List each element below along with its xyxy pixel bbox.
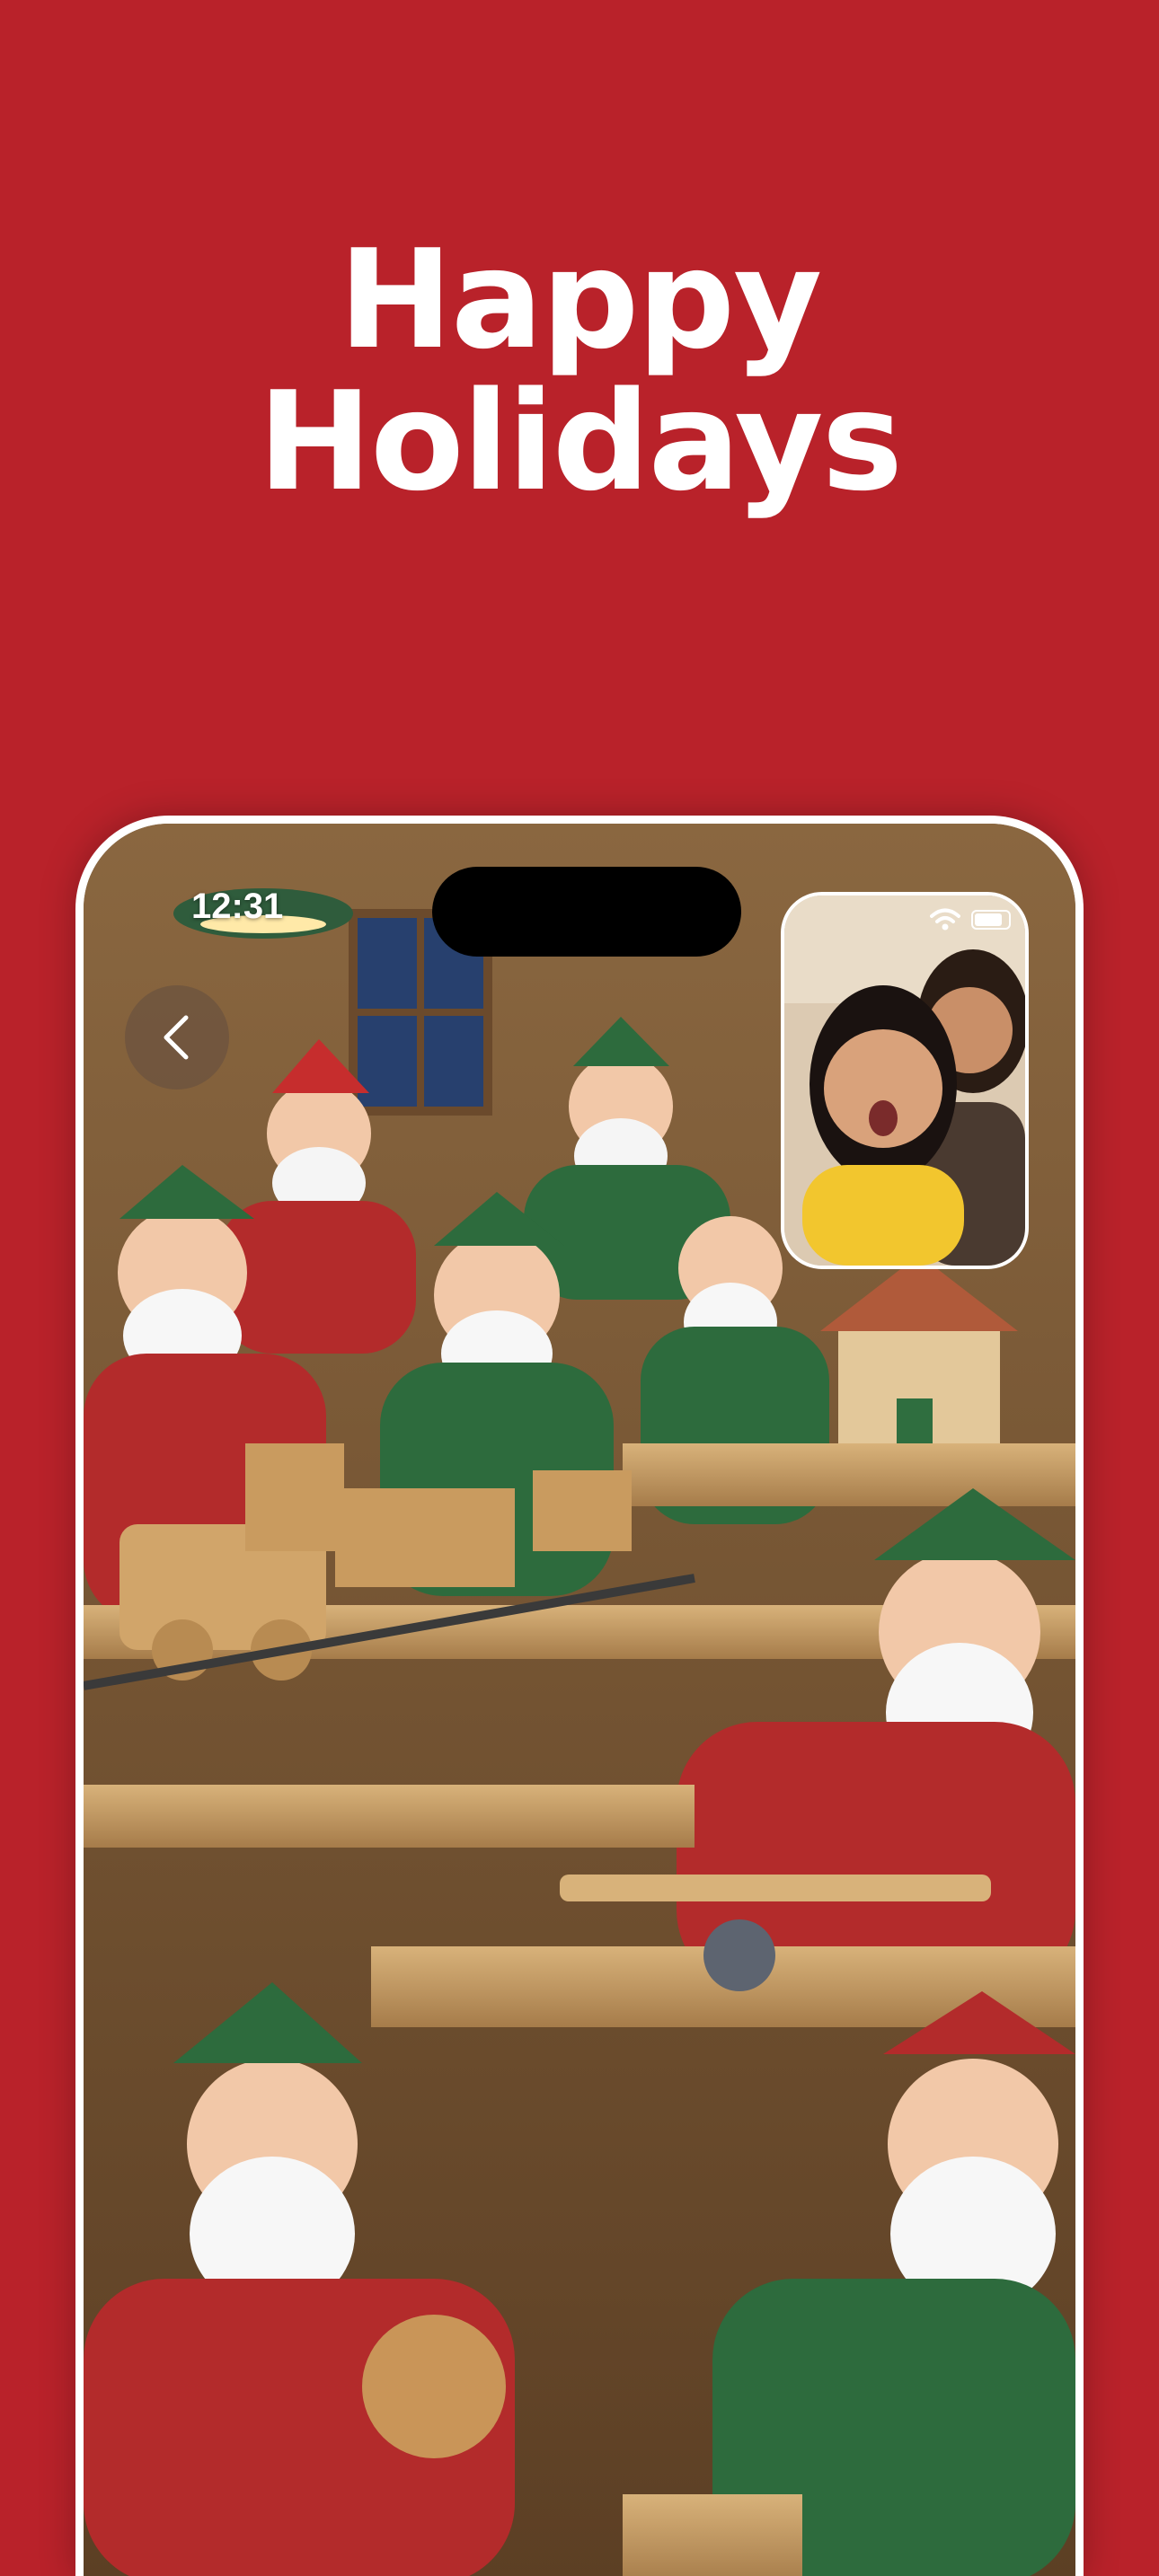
phone-mockup: 12:31 bbox=[75, 816, 1084, 2576]
chevron-left-icon bbox=[164, 1015, 189, 1060]
headline-line-2: Holidays bbox=[257, 362, 903, 521]
status-time: 12:31 bbox=[191, 887, 284, 926]
wifi-icon bbox=[930, 908, 960, 931]
dynamic-island bbox=[432, 867, 741, 957]
promo-headline: Happy Holidays bbox=[0, 229, 1159, 513]
pip-self-view[interactable] bbox=[781, 892, 1029, 1269]
headline-line-1: Happy bbox=[338, 220, 822, 379]
pip-video-feed bbox=[784, 895, 1025, 1266]
battery-icon bbox=[971, 910, 1011, 930]
back-button[interactable] bbox=[125, 985, 229, 1090]
pip-status-icons bbox=[930, 908, 1011, 931]
